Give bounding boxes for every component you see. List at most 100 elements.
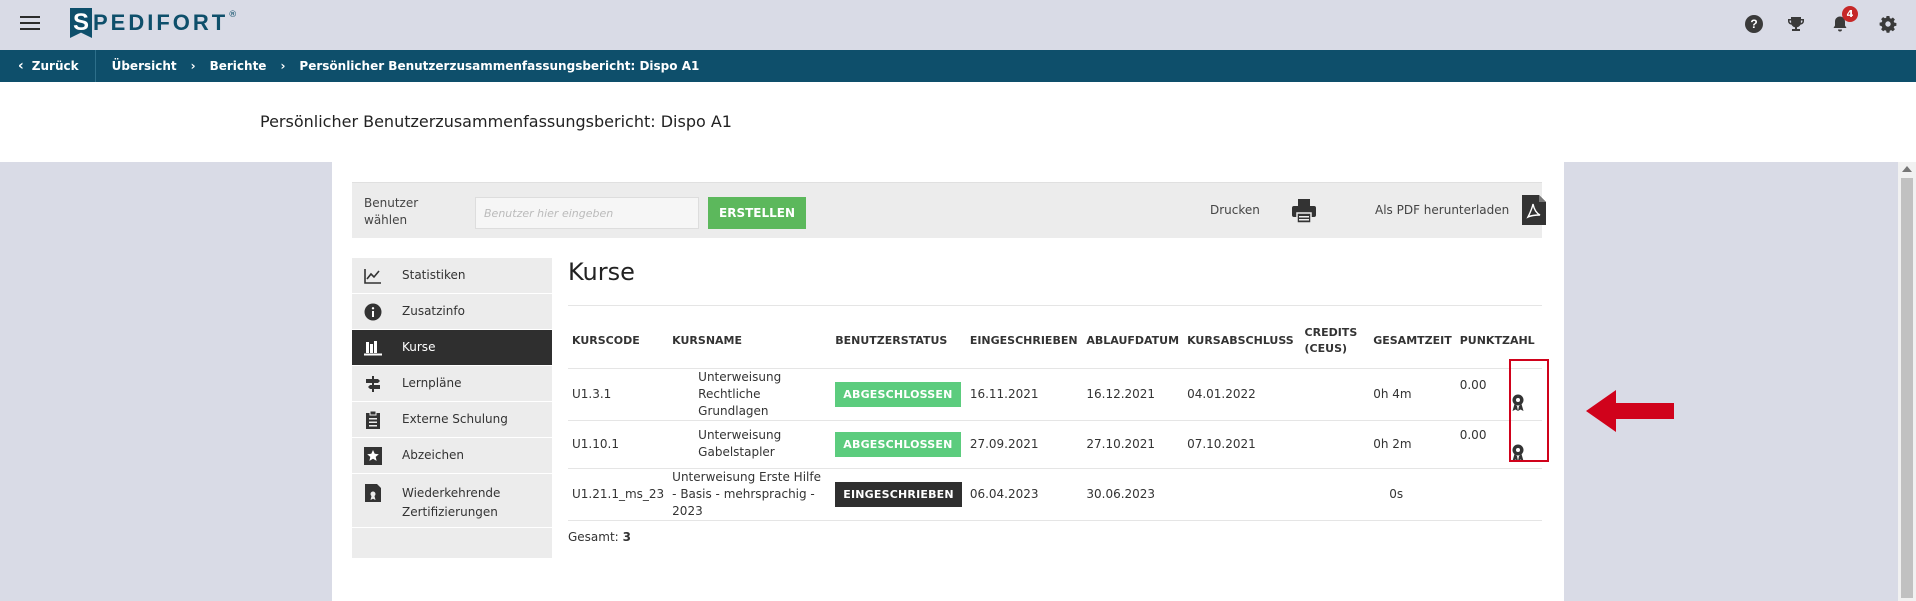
col-header-enrolled[interactable]: EINGESCHRIEBEN [965, 314, 1083, 369]
title-band: Persönlicher Benutzerzusammenfassungsber… [0, 82, 1916, 162]
total-label: Gesamt: [568, 530, 619, 544]
sidebar-item-learning-plans[interactable]: Lernpläne [352, 366, 552, 402]
col-header-completion[interactable]: KURSABSCHLUSS [1183, 314, 1301, 369]
course-enrolled: 27.09.2021 [965, 420, 1083, 469]
table-row: U1.21.1_ms_23 Unterweisung Erste Hilfe -… [568, 468, 1542, 521]
divider [568, 305, 1542, 306]
table-row: U1.3.1 Unterweisung Rechtliche Grundlage… [568, 368, 1542, 421]
course-completion [1183, 468, 1301, 521]
chart-icon [364, 267, 382, 285]
notification-badge: 4 [1842, 6, 1858, 22]
course-status-cell: ABGESCHLOSSEN [831, 368, 966, 421]
trophy-icon[interactable] [1784, 12, 1808, 36]
sidebar-item-label: Externe Schulung [402, 412, 508, 426]
course-completion: 04.01.2022 [1183, 368, 1301, 421]
course-code: U1.10.1 [568, 420, 669, 469]
course-expiry: 30.06.2023 [1082, 468, 1184, 521]
report-sidebar: Statistiken Zusatzinfo Kurse Lernpläne E… [352, 258, 552, 558]
sidebar-item-recurring-certifications[interactable]: Wiederkehrende Zertifizierungen [352, 474, 552, 528]
course-total-time: 0h 4m [1369, 368, 1456, 421]
col-header-status[interactable]: BENUTZERSTATUS [831, 314, 966, 369]
col-header-code[interactable]: KURSCODE [568, 314, 669, 369]
course-total-time: 0s [1369, 468, 1456, 521]
sidebar-item-label: Statistiken [402, 268, 466, 282]
course-expiry: 27.10.2021 [1082, 420, 1184, 469]
breadcrumb-overview[interactable]: Übersicht [112, 59, 177, 73]
scroll-thumb[interactable] [1901, 178, 1913, 598]
pdf-download-label[interactable]: Als PDF herunterladen [1375, 203, 1509, 217]
course-score: 0.00 [1459, 377, 1487, 392]
logo-registered-mark: ® [228, 10, 238, 20]
breadcrumb-bar: ‹ Zurück Übersicht › Berichte › Persönli… [0, 50, 1916, 82]
courses-title: Kurse [568, 258, 635, 286]
report-toolbar: Benutzer wählen ERSTELLEN Drucken Als PD… [352, 182, 1546, 238]
scrollbar[interactable] [1898, 162, 1916, 601]
course-name[interactable]: Unterweisung Rechtliche Grundlagen [668, 368, 832, 421]
scroll-up-icon[interactable] [1902, 166, 1912, 172]
breadcrumb-current: Persönlicher Benutzerzusammenfassungsber… [299, 59, 700, 73]
course-name[interactable]: Unterweisung Gabelstapler [668, 420, 832, 469]
course-expiry: 16.12.2021 [1082, 368, 1184, 421]
col-header-total-time[interactable]: GESAMTZEIT [1369, 314, 1456, 369]
bell-icon[interactable]: 4 [1828, 6, 1858, 36]
user-input[interactable] [475, 197, 699, 229]
course-credits [1300, 420, 1370, 469]
status-badge: ABGESCHLOSSEN [835, 431, 961, 457]
signpost-icon [364, 375, 382, 393]
certificate-icon [364, 484, 382, 502]
sidebar-item-external-training[interactable]: Externe Schulung [352, 402, 552, 438]
printer-icon[interactable] [1290, 197, 1318, 225]
pdf-icon[interactable] [1522, 195, 1546, 225]
page-title: Persönlicher Benutzerzusammenfassungsber… [260, 112, 732, 131]
print-label[interactable]: Drucken [1210, 203, 1260, 217]
col-header-credits[interactable]: CREDITS (CEUS) [1300, 314, 1370, 369]
status-badge: ABGESCHLOSSEN [835, 381, 961, 407]
course-status-cell: EINGESCHRIEBEN [831, 468, 966, 521]
sidebar-item-label: Abzeichen [402, 448, 465, 462]
sidebar-item-label: Lernpläne [402, 376, 462, 390]
breadcrumb-reports[interactable]: Berichte [210, 59, 267, 73]
course-enrolled: 16.11.2021 [965, 368, 1083, 421]
course-completion: 07.10.2021 [1183, 420, 1301, 469]
sidebar-item-label: Zusatzinfo [402, 304, 465, 318]
create-button[interactable]: ERSTELLEN [708, 197, 806, 229]
logo-badge: S [70, 8, 92, 38]
menu-icon[interactable] [20, 16, 40, 32]
sidebar-item-courses[interactable]: Kurse [352, 330, 552, 366]
back-label: Zurück [31, 59, 79, 73]
top-bar: S PEDIFORT ® ? 4 [0, 0, 1916, 50]
sidebar-item-additional-info[interactable]: Zusatzinfo [352, 294, 552, 330]
course-code: U1.21.1_ms_23 [568, 468, 669, 521]
course-name[interactable]: Unterweisung Erste Hilfe - Basis - mehrs… [668, 468, 832, 521]
logo-text: PEDIFORT [93, 10, 229, 35]
courses-icon [364, 339, 382, 357]
back-button[interactable]: ‹ Zurück [0, 50, 96, 82]
star-icon [364, 446, 382, 465]
content-panel: Benutzer wählen ERSTELLEN Drucken Als PD… [332, 162, 1564, 601]
col-header-name[interactable]: KURSNAME [668, 314, 832, 369]
info-icon [364, 303, 382, 321]
highlight-box [1509, 359, 1549, 462]
col-header-expiry[interactable]: ABLAUFDATUM [1082, 314, 1184, 369]
chevron-right-icon: › [190, 59, 196, 73]
course-status-cell: ABGESCHLOSSEN [831, 420, 966, 469]
chevron-right-icon: › [280, 59, 286, 73]
total-value: 3 [622, 530, 631, 544]
sidebar-item-badges[interactable]: Abzeichen [352, 438, 552, 474]
table-row: U1.10.1 Unterweisung Gabelstapler ABGESC… [568, 420, 1542, 469]
courses-table: KURSCODE KURSNAME BENUTZERSTATUS EINGESC… [568, 314, 1542, 521]
course-score: 0.00 [1459, 427, 1487, 442]
clipboard-icon [364, 410, 382, 429]
logo[interactable]: S PEDIFORT ® [70, 6, 237, 40]
sidebar-item-statistics[interactable]: Statistiken [352, 258, 552, 294]
sidebar-item-label: Kurse [402, 340, 436, 354]
course-credits [1300, 368, 1370, 421]
gear-icon[interactable] [1876, 12, 1900, 36]
sidebar-item-label: Wiederkehrende Zertifizierungen [402, 486, 501, 519]
course-enrolled: 06.04.2023 [965, 468, 1083, 521]
arrow-left-icon [1586, 390, 1674, 432]
course-credits [1300, 468, 1370, 521]
courses-total: Gesamt: 3 [568, 530, 631, 544]
help-icon[interactable]: ? [1742, 12, 1766, 36]
table-header-row: KURSCODE KURSNAME BENUTZERSTATUS EINGESC… [568, 314, 1542, 369]
